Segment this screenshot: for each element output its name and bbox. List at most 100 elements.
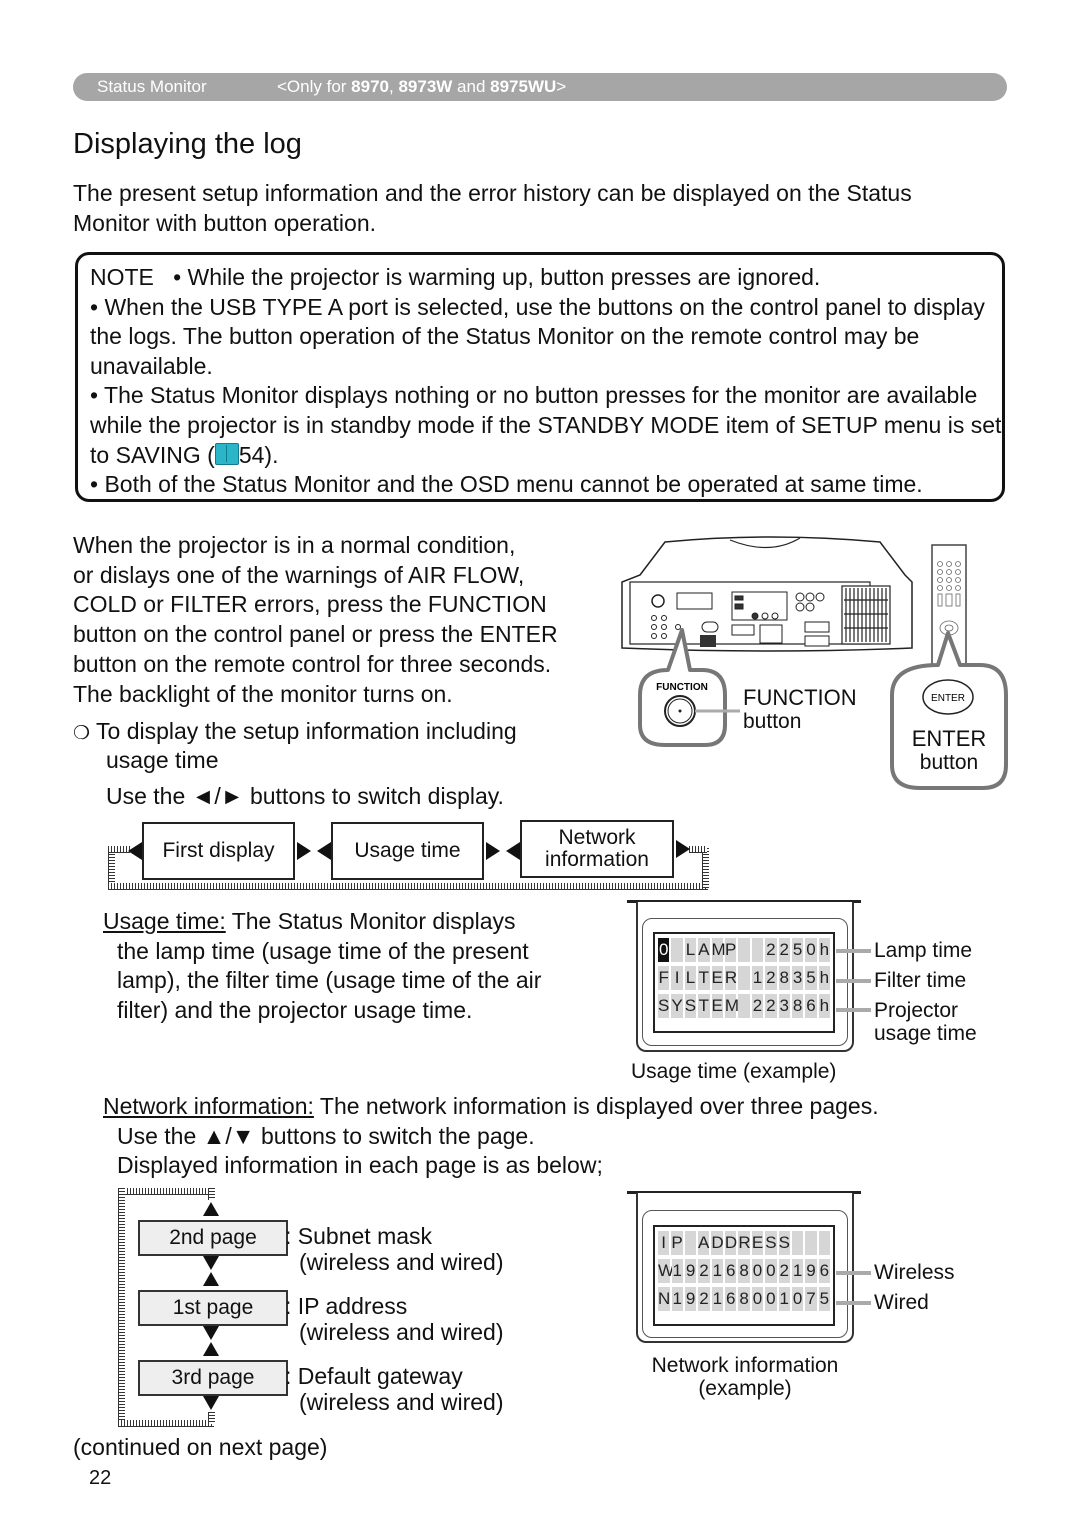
lcd-cell: 1 xyxy=(711,1287,723,1311)
svg-text:ENTER: ENTER xyxy=(931,693,965,704)
wireless-label: Wireless xyxy=(874,1261,955,1284)
network-lcd: IP ADDRESS W192168002196N192168001075 xyxy=(653,1225,835,1326)
lcd-cell: 2 xyxy=(698,1259,710,1283)
down-arrow-icon xyxy=(203,1396,219,1410)
lcd-cell: D xyxy=(711,1231,724,1255)
enter-button-label: ENTER button xyxy=(911,726,987,775)
ventilation-grille xyxy=(841,585,891,645)
page-reference-link[interactable]: 54). xyxy=(239,442,279,468)
note-item: • The Status Monitor displays nothing or… xyxy=(90,382,1002,468)
lcd-cell: T xyxy=(698,966,710,990)
lcd-cell: 8 xyxy=(778,966,790,990)
lcd-cell: 9 xyxy=(684,1259,697,1283)
lcd-cell: 9 xyxy=(805,1259,817,1283)
right-arrow-icon xyxy=(676,840,690,858)
lcd-cell: 5 xyxy=(818,1287,830,1311)
page-description-1st: : IP address (wireless and wired) xyxy=(285,1293,504,1345)
lcd-cell: P xyxy=(725,938,737,962)
lcd-cell: M xyxy=(711,938,726,962)
lcd-cell: S xyxy=(765,1231,777,1255)
display-flow-diagram: First display Usage time Network informa… xyxy=(104,818,716,894)
network-info-term: Network information: xyxy=(103,1093,314,1119)
lcd-cell: 9 xyxy=(684,1287,697,1311)
lcd-cell: 1 xyxy=(671,1287,683,1311)
lcd-cell: 0 xyxy=(751,1259,764,1283)
lcd-cell: E xyxy=(711,994,723,1018)
lcd-cell: 6 xyxy=(818,1259,830,1283)
lcd-cell: S xyxy=(778,1231,790,1255)
instruction-line: button on the remote control for three s… xyxy=(73,650,552,677)
lcd-cell: 8 xyxy=(738,1259,750,1283)
lcd-cell: M xyxy=(724,994,739,1018)
lcd-cell: A xyxy=(698,1231,710,1255)
lcd-cell: 0 xyxy=(658,938,670,962)
lcd-cell: 2 xyxy=(765,938,777,962)
usage-time-lcd: 0 LAMP 2250hFILTER 12835hSYSTEM 22386h xyxy=(653,932,835,1033)
lcd-cell: I xyxy=(671,966,683,990)
note-item: • Both of the Status Monitor and the OSD… xyxy=(90,471,923,498)
lcd-cell: 0 xyxy=(765,1259,777,1283)
note-item: NOTE • While the projector is warming up… xyxy=(90,264,821,290)
network-info-description: Network information: The network informa… xyxy=(103,1093,879,1179)
instruction-line: The backlight of the monitor turns on. xyxy=(73,680,453,707)
instruction-line: When the projector is in a normal condit… xyxy=(73,532,516,558)
lcd-row: SYSTEM 22386h xyxy=(658,994,830,1018)
switch-display-instruction: Use the ◄/► buttons to switch display. xyxy=(106,783,504,809)
lcd-cell: h xyxy=(818,938,830,962)
left-arrow-icon xyxy=(317,842,331,860)
page-box-1st: 1st page xyxy=(138,1290,288,1326)
page-description-3rd: : Default gateway (wireless and wired) xyxy=(285,1363,504,1415)
lcd-cell: R xyxy=(724,966,737,990)
lcd-cell xyxy=(738,938,750,962)
lcd-cell: Y xyxy=(671,994,683,1018)
lcd-cell: 8 xyxy=(738,1287,750,1311)
lcd-cell: 6 xyxy=(725,1287,737,1311)
lcd-cell: L xyxy=(684,966,697,990)
lcd-cell xyxy=(751,938,764,962)
lcd-row: FILTER 12835h xyxy=(658,966,830,990)
bullet-item-continued: usage time xyxy=(106,747,219,773)
lcd-cell xyxy=(738,966,750,990)
page-box-3rd: 3rd page xyxy=(138,1360,288,1396)
lcd-cell: S xyxy=(684,994,697,1018)
instructions-block: When the projector is in a normal condit… xyxy=(73,531,613,709)
usage-time-term: Usage time: xyxy=(103,908,226,934)
page-number: 22 xyxy=(89,1467,112,1489)
lcd-cell: 1 xyxy=(778,1287,790,1311)
left-arrow-icon xyxy=(128,842,142,860)
book-reference-icon[interactable] xyxy=(214,442,239,465)
lcd-cell: 2 xyxy=(778,1259,790,1283)
model-8970: 8970 xyxy=(351,77,389,96)
page-box-2nd: 2nd page xyxy=(138,1220,288,1256)
lcd-cell xyxy=(671,938,683,962)
lcd-cell: 5 xyxy=(805,966,817,990)
right-arrow-icon xyxy=(297,842,311,860)
lcd-row: N192168001075 xyxy=(658,1287,830,1311)
page-title: Displaying the log xyxy=(73,128,302,160)
lcd-cell: D xyxy=(724,1231,737,1255)
up-arrow-icon xyxy=(203,1202,219,1216)
lcd-cell: N xyxy=(658,1287,670,1311)
instruction-line: or dislays one of the warnings of AIR FL… xyxy=(73,561,525,588)
down-arrow-icon xyxy=(203,1256,219,1270)
lcd-cell: 5 xyxy=(791,938,804,962)
left-arrow-icon xyxy=(506,842,520,860)
lcd-cell: 6 xyxy=(805,994,817,1018)
projector-usage-time-label: Projector usage time xyxy=(874,999,977,1045)
usage-time-caption: Usage time (example) xyxy=(631,1060,837,1083)
lcd-cell: 8 xyxy=(791,994,804,1018)
lcd-cell: 6 xyxy=(725,1259,737,1283)
lcd-cell: E xyxy=(751,1231,764,1255)
lcd-cell: T xyxy=(698,994,710,1018)
lcd-cell: 2 xyxy=(698,1287,710,1311)
lcd-cell: 3 xyxy=(791,966,804,990)
note-label: NOTE xyxy=(90,264,154,290)
lcd-cell: E xyxy=(711,966,723,990)
lcd-row: 0 LAMP 2250h xyxy=(658,938,830,962)
continued-note: (continued on next page) xyxy=(73,1434,328,1460)
bullet-item: ❍ To display the setup information inclu… xyxy=(73,718,517,744)
circle-bullet-icon: ❍ xyxy=(73,723,91,744)
up-arrow-icon xyxy=(203,1342,219,1356)
lcd-cell: 1 xyxy=(671,1259,683,1283)
section-name: Status Monitor xyxy=(97,77,207,96)
